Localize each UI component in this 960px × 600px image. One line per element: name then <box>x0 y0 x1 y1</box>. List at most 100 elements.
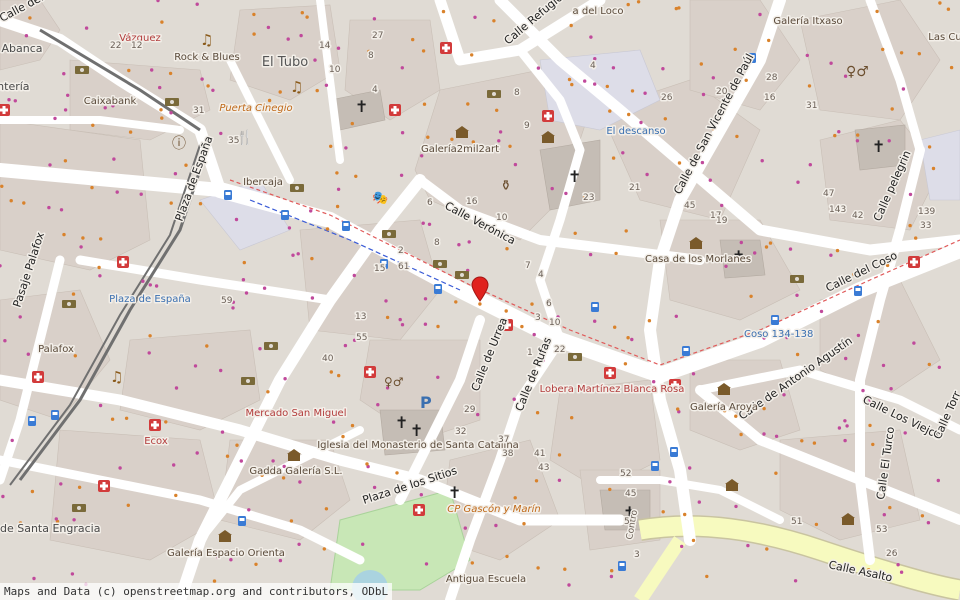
bank-icon <box>487 90 501 98</box>
poi-dot <box>652 380 656 384</box>
poi-dot <box>400 66 404 70</box>
poi-dot <box>795 352 800 357</box>
house-number: 26 <box>661 93 673 103</box>
poi-dot <box>198 202 203 206</box>
house-number: 6 <box>546 299 552 309</box>
church-icon: ✝ <box>395 413 408 432</box>
poi-dot <box>247 508 251 512</box>
poi-dot <box>195 451 199 455</box>
poi-dot <box>278 558 283 563</box>
poi-dot <box>888 505 892 510</box>
poi-dot <box>843 438 847 443</box>
poi-dot <box>205 344 209 348</box>
poi-dot <box>796 180 800 184</box>
place-label: Galería Aroya <box>690 401 758 413</box>
poi-dot <box>219 131 223 136</box>
church-icon: ✝ <box>568 167 581 186</box>
poi-dot <box>896 563 900 567</box>
poi-dot <box>621 151 625 155</box>
poi-dot <box>908 192 913 197</box>
poi-dot <box>159 108 163 112</box>
poi-dot <box>856 133 860 137</box>
poi-dot <box>62 232 66 237</box>
house-number: 45 <box>684 201 695 211</box>
place-label: Rock & Blues <box>174 52 239 63</box>
poi-dot <box>22 201 26 205</box>
poi-dot <box>855 139 860 143</box>
poi-dot <box>91 123 95 128</box>
poi-dot <box>492 19 496 23</box>
poi-dot <box>532 332 536 337</box>
poi-dot <box>0 184 4 188</box>
house-number: 23 <box>583 193 594 203</box>
poi-dot <box>765 547 769 551</box>
poi-dot <box>593 319 597 323</box>
poi-dot <box>504 309 508 313</box>
pharmacy-icon <box>389 104 401 116</box>
poi-dot <box>335 171 339 175</box>
poi-dot <box>733 47 737 51</box>
house-number: 8 <box>434 238 440 248</box>
poi-dot <box>570 416 574 420</box>
poi-dot <box>315 88 319 93</box>
house-number: 8 <box>368 51 374 61</box>
poi-dot <box>837 426 842 430</box>
poi-dot <box>352 273 356 278</box>
poi-dot <box>746 543 750 548</box>
poi-dot <box>697 500 701 504</box>
house-number: 4 <box>538 270 544 280</box>
poi-dot <box>118 466 122 470</box>
place-label: Galería2mil2art <box>421 143 499 155</box>
poi-dot <box>753 251 757 255</box>
poi-dot <box>148 283 152 287</box>
poi-dot <box>372 485 377 490</box>
poi-dot <box>26 352 30 356</box>
bank-icon <box>75 66 89 74</box>
poi-dot <box>470 53 474 57</box>
poi-dot <box>931 166 936 171</box>
poi-dot <box>211 88 215 93</box>
poi-dot <box>917 52 921 56</box>
house-number: 35 <box>228 136 239 146</box>
house-number: 9 <box>524 121 530 131</box>
poi-dot <box>258 347 262 351</box>
house-number: 12 <box>131 41 142 51</box>
house-number: 29 <box>464 405 476 415</box>
house-number: 6 <box>427 198 433 208</box>
house-number: 5 <box>624 517 630 527</box>
pharmacy-icon <box>149 419 161 431</box>
poi-dot <box>241 278 246 282</box>
poi-dot <box>949 65 954 70</box>
poi-dot <box>901 87 906 91</box>
location-marker-icon[interactable] <box>471 276 489 302</box>
poi-dot <box>252 32 256 36</box>
poi-dot <box>335 204 340 209</box>
house-number: 10 <box>496 213 508 223</box>
poi-dot <box>661 67 665 71</box>
poi-dot <box>450 137 454 141</box>
house-number: 139 <box>918 207 935 217</box>
poi-dot <box>463 526 467 530</box>
poi-dot <box>881 47 885 52</box>
place-label: El descanso <box>606 126 665 137</box>
poi-dot <box>322 547 326 551</box>
poi-dot <box>889 387 893 391</box>
poi-dot <box>110 417 115 421</box>
poi-dot <box>624 229 628 233</box>
poi-dot <box>331 420 336 424</box>
bank-icon <box>264 342 278 350</box>
poi-dot <box>701 92 706 97</box>
place-label: Caixabank <box>84 96 137 107</box>
poi-dot <box>636 0 641 4</box>
poi-dot <box>739 240 743 245</box>
poi-dot <box>239 459 243 463</box>
poi-dot <box>139 192 143 196</box>
poi-dot <box>376 403 380 407</box>
poi-dot <box>59 208 64 212</box>
poi-dot <box>81 236 85 240</box>
poi-dot <box>936 478 940 483</box>
poi-dot <box>79 245 83 249</box>
poi-dot <box>220 430 225 434</box>
map-attribution[interactable]: Maps and Data (c) openstreetmap.org and … <box>0 583 393 600</box>
poi-dot <box>168 71 173 76</box>
